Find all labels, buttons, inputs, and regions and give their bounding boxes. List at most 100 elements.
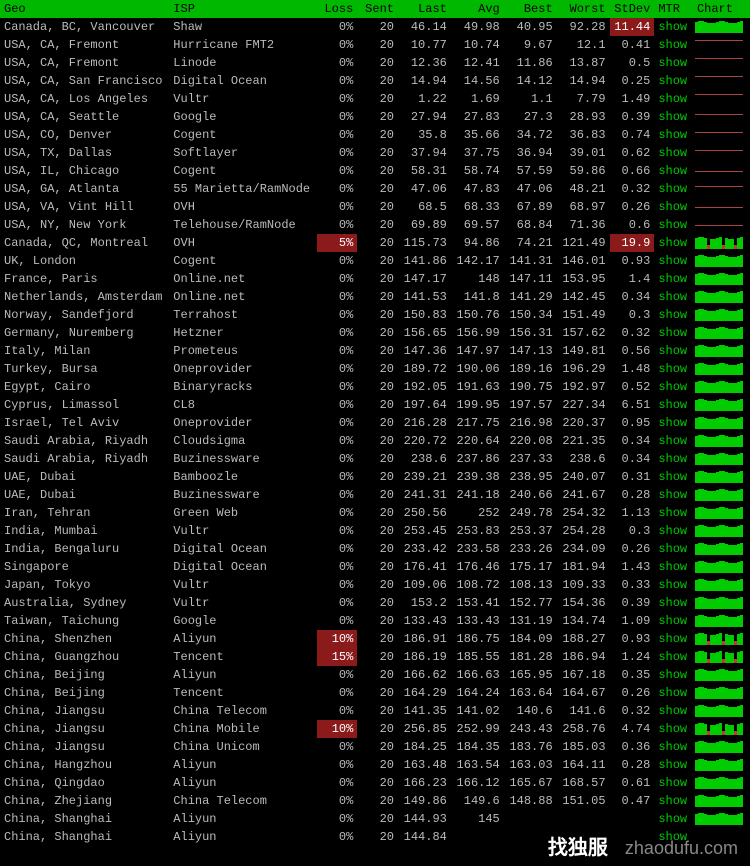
mtr-show-link[interactable]: show — [654, 216, 693, 234]
mtr-show-link[interactable]: show — [654, 828, 693, 846]
mtr-show-link[interactable]: show — [654, 378, 693, 396]
mtr-show-link[interactable]: show — [654, 270, 693, 288]
mtr-show-link[interactable]: show — [654, 252, 693, 270]
mtr-show-link[interactable]: show — [654, 54, 693, 72]
cell-sent: 20 — [357, 252, 398, 270]
cell-stdev: 0.34 — [610, 288, 655, 306]
mtr-show-link[interactable]: show — [654, 234, 693, 252]
cell-chart — [693, 576, 750, 594]
mtr-show-link[interactable]: show — [654, 756, 693, 774]
cell-best: 253.37 — [504, 522, 557, 540]
header-worst[interactable]: Worst — [557, 0, 610, 18]
mtr-show-link[interactable]: show — [654, 198, 693, 216]
mtr-show-link[interactable]: show — [654, 36, 693, 54]
mtr-show-link[interactable]: show — [654, 684, 693, 702]
mtr-show-link[interactable]: show — [654, 540, 693, 558]
cell-best: 175.17 — [504, 558, 557, 576]
mtr-show-link[interactable]: show — [654, 630, 693, 648]
header-sent[interactable]: Sent — [357, 0, 398, 18]
table-row: Cyprus, LimassolCL80%20197.64199.95197.5… — [0, 396, 750, 414]
mtr-show-link[interactable]: show — [654, 180, 693, 198]
mtr-show-link[interactable]: show — [654, 342, 693, 360]
mtr-show-link[interactable]: show — [654, 72, 693, 90]
cell-last: 192.05 — [398, 378, 451, 396]
cell-last: 35.8 — [398, 126, 451, 144]
cell-isp: Google — [169, 108, 316, 126]
cell-sent: 20 — [357, 774, 398, 792]
cell-isp: Shaw — [169, 18, 316, 36]
mtr-show-link[interactable]: show — [654, 450, 693, 468]
mtr-show-link[interactable]: show — [654, 774, 693, 792]
cell-stdev: 0.56 — [610, 342, 655, 360]
mtr-show-link[interactable]: show — [654, 468, 693, 486]
cell-sent: 20 — [357, 504, 398, 522]
mtr-show-link[interactable]: show — [654, 522, 693, 540]
header-last[interactable]: Last — [398, 0, 451, 18]
cell-last: 115.73 — [398, 234, 451, 252]
cell-avg: 149.6 — [451, 792, 504, 810]
mtr-show-link[interactable]: show — [654, 144, 693, 162]
cell-last: 10.77 — [398, 36, 451, 54]
cell-chart — [693, 180, 750, 198]
cell-last: 141.53 — [398, 288, 451, 306]
cell-sent: 20 — [357, 792, 398, 810]
mtr-show-link[interactable]: show — [654, 396, 693, 414]
cell-isp: Prometeus — [169, 342, 316, 360]
mtr-show-link[interactable]: show — [654, 126, 693, 144]
mtr-show-link[interactable]: show — [654, 90, 693, 108]
header-avg[interactable]: Avg — [451, 0, 504, 18]
mtr-show-link[interactable]: show — [654, 108, 693, 126]
mtr-show-link[interactable]: show — [654, 18, 693, 36]
header-isp[interactable]: ISP — [169, 0, 316, 18]
mtr-show-link[interactable]: show — [654, 648, 693, 666]
cell-isp: Bamboozle — [169, 468, 316, 486]
cell-stdev — [610, 810, 655, 828]
cell-avg: 191.63 — [451, 378, 504, 396]
cell-last: 156.65 — [398, 324, 451, 342]
cell-stdev: 0.52 — [610, 378, 655, 396]
cell-sent: 20 — [357, 684, 398, 702]
mtr-show-link[interactable]: show — [654, 594, 693, 612]
cell-chart — [693, 468, 750, 486]
cell-last: 149.86 — [398, 792, 451, 810]
header-geo[interactable]: Geo — [0, 0, 169, 18]
mtr-show-link[interactable]: show — [654, 666, 693, 684]
mtr-show-link[interactable]: show — [654, 432, 693, 450]
cell-avg: 185.55 — [451, 648, 504, 666]
cell-avg: 176.46 — [451, 558, 504, 576]
cell-geo: Norway, Sandefjord — [0, 306, 169, 324]
cell-worst: 254.28 — [557, 522, 610, 540]
header-stdev[interactable]: StDev — [610, 0, 655, 18]
header-best[interactable]: Best — [504, 0, 557, 18]
cell-geo: China, Jiangsu — [0, 738, 169, 756]
mtr-show-link[interactable]: show — [654, 306, 693, 324]
mtr-show-link[interactable]: show — [654, 738, 693, 756]
mtr-show-link[interactable]: show — [654, 360, 693, 378]
mtr-show-link[interactable]: show — [654, 558, 693, 576]
cell-sent: 20 — [357, 270, 398, 288]
cell-chart — [693, 630, 750, 648]
header-loss[interactable]: Loss — [317, 0, 358, 18]
mtr-show-link[interactable]: show — [654, 702, 693, 720]
cell-isp: OVH — [169, 198, 316, 216]
cell-chart — [693, 684, 750, 702]
mtr-show-link[interactable]: show — [654, 324, 693, 342]
mtr-show-link[interactable]: show — [654, 504, 693, 522]
cell-isp: Online.net — [169, 288, 316, 306]
mtr-show-link[interactable]: show — [654, 612, 693, 630]
header-chart[interactable]: Chart — [693, 0, 750, 18]
mtr-show-link[interactable]: show — [654, 810, 693, 828]
mtr-show-link[interactable]: show — [654, 162, 693, 180]
cell-loss: 0% — [317, 126, 358, 144]
mtr-show-link[interactable]: show — [654, 720, 693, 738]
mtr-show-link[interactable]: show — [654, 486, 693, 504]
mtr-show-link[interactable]: show — [654, 288, 693, 306]
header-mtr[interactable]: MTR — [654, 0, 693, 18]
mtr-show-link[interactable]: show — [654, 414, 693, 432]
cell-geo: France, Paris — [0, 270, 169, 288]
cell-stdev: 0.25 — [610, 72, 655, 90]
mtr-show-link[interactable]: show — [654, 792, 693, 810]
cell-chart — [693, 396, 750, 414]
cell-chart — [693, 558, 750, 576]
mtr-show-link[interactable]: show — [654, 576, 693, 594]
